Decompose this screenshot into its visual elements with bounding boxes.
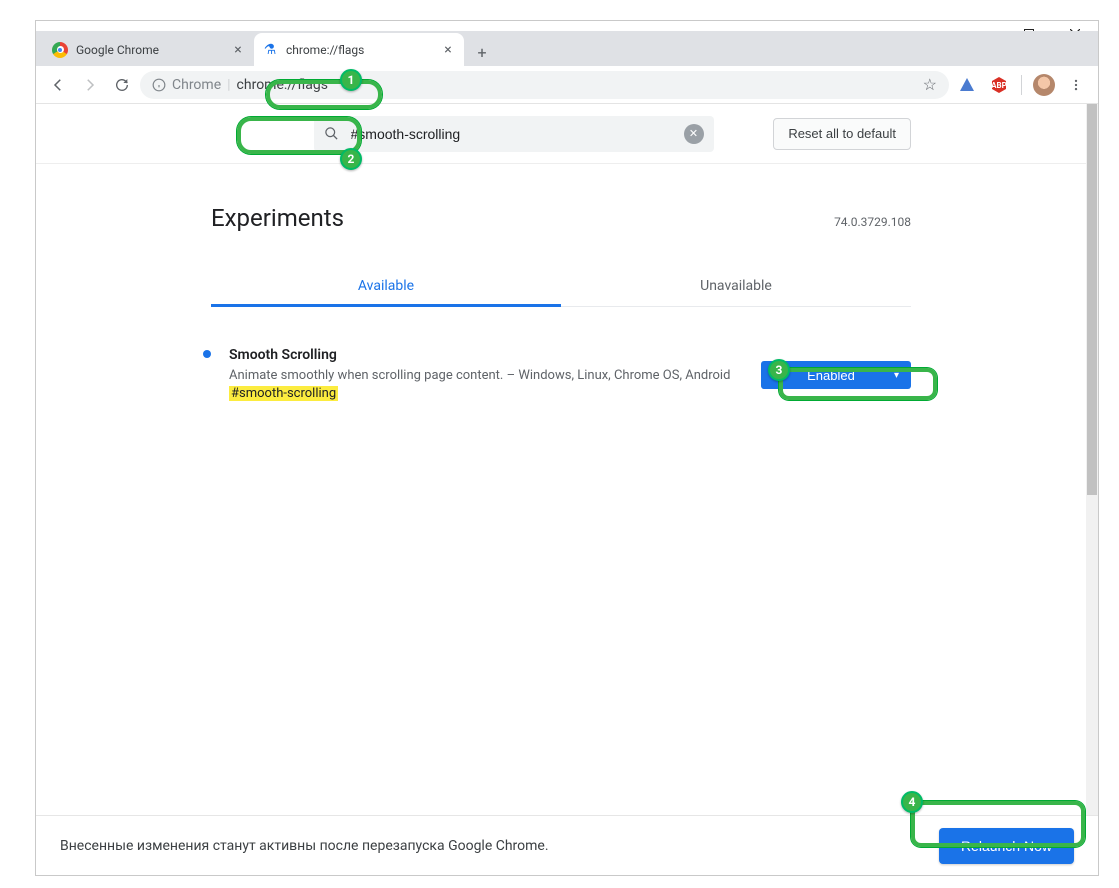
tab-title: chrome://flags <box>286 43 440 57</box>
forward-button[interactable] <box>76 71 104 99</box>
profile-avatar[interactable] <box>1030 71 1058 99</box>
browser-tab[interactable]: Google Chrome × <box>44 33 254 66</box>
browser-window: Google Chrome × ⚗ chrome://flags × + Chr… <box>35 20 1099 876</box>
browser-toolbar: Chrome | chrome://flags ☆ ABP <box>36 66 1098 104</box>
new-tab-button[interactable]: + <box>468 38 496 66</box>
flask-favicon: ⚗ <box>262 42 278 58</box>
tab-close-icon[interactable]: × <box>230 42 246 58</box>
flag-row: Smooth Scrolling Animate smoothly when s… <box>211 347 911 403</box>
flags-search-bar: ✕ Reset all to default <box>36 104 1086 164</box>
reload-button[interactable] <box>108 71 136 99</box>
version-label: 74.0.3729.108 <box>834 215 911 229</box>
flag-title: Smooth Scrolling <box>229 347 743 363</box>
tab-available[interactable]: Available <box>211 266 561 306</box>
url-scheme-label: Chrome <box>172 77 221 93</box>
chrome-favicon <box>52 42 68 58</box>
flag-modified-dot <box>203 350 211 358</box>
extension-icon-adblock[interactable]: ABP <box>985 71 1013 99</box>
relaunch-button[interactable]: Relaunch Now <box>939 828 1074 864</box>
tab-title: Google Chrome <box>76 43 230 57</box>
flag-select-wrap: Enabled <box>761 347 911 403</box>
back-button[interactable] <box>44 71 72 99</box>
flags-search-field[interactable]: ✕ <box>314 116 714 152</box>
reset-all-button[interactable]: Reset all to default <box>773 118 911 150</box>
clear-search-icon[interactable]: ✕ <box>684 124 704 144</box>
tab-close-icon[interactable]: × <box>440 42 456 58</box>
window-titlebar <box>36 21 1098 31</box>
flag-state-select[interactable]: Enabled <box>761 361 911 389</box>
extension-icon-triangle[interactable] <box>953 71 981 99</box>
relaunch-bar: Внесенные изменения станут активны после… <box>36 815 1098 875</box>
toolbar-separator <box>1021 75 1022 95</box>
chrome-menu-button[interactable] <box>1062 71 1090 99</box>
page-title: Experiments <box>211 204 344 232</box>
page-content: ✕ Reset all to default Experiments 74.0.… <box>36 104 1098 815</box>
address-bar[interactable]: Chrome | chrome://flags ☆ <box>140 71 949 99</box>
flag-description: Animate smoothly when scrolling page con… <box>229 367 743 403</box>
svg-text:ABP: ABP <box>991 81 1007 90</box>
scrollbar-thumb[interactable] <box>1087 104 1097 495</box>
relaunch-message: Внесенные изменения станут активны после… <box>60 838 549 854</box>
flags-tabs: Available Unavailable <box>211 266 911 307</box>
tab-unavailable[interactable]: Unavailable <box>561 266 911 306</box>
star-icon[interactable]: ☆ <box>923 75 937 94</box>
flags-search-input[interactable] <box>349 125 684 143</box>
url-text: chrome://flags <box>237 77 328 93</box>
tab-strip: Google Chrome × ⚗ chrome://flags × + <box>36 31 1098 66</box>
search-icon <box>324 126 339 141</box>
site-info-icon[interactable] <box>152 78 166 92</box>
flag-hash[interactable]: #smooth-scrolling <box>229 386 338 401</box>
vertical-scrollbar[interactable] <box>1086 104 1098 815</box>
browser-tab-active[interactable]: ⚗ chrome://flags × <box>254 33 464 66</box>
